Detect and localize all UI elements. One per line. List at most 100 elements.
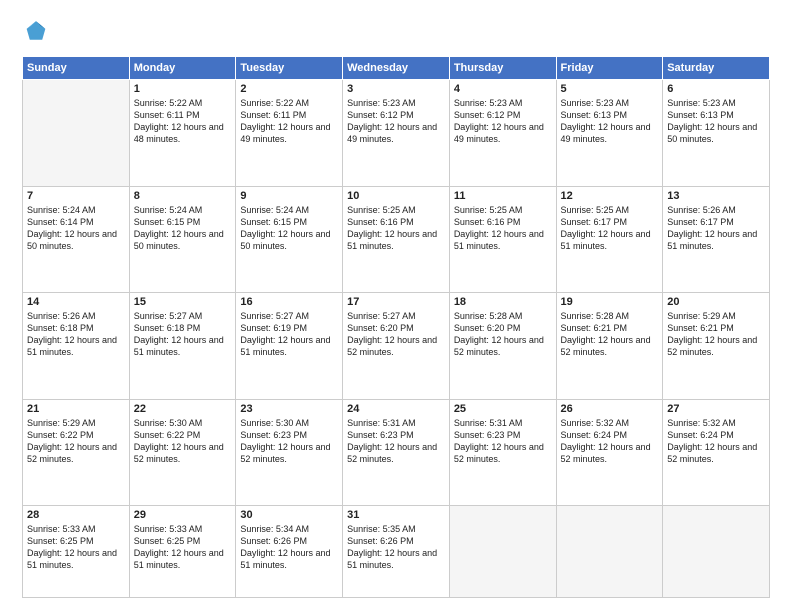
calendar-cell: 24 Sunrise: 5:31 AMSunset: 6:23 PMDaylig…	[343, 399, 450, 506]
calendar-cell: 12 Sunrise: 5:25 AMSunset: 6:17 PMDaylig…	[556, 186, 663, 293]
day-number: 17	[347, 296, 445, 308]
cell-info: Sunrise: 5:28 AMSunset: 6:20 PMDaylight:…	[454, 310, 552, 359]
calendar-cell: 31 Sunrise: 5:35 AMSunset: 6:26 PMDaylig…	[343, 506, 450, 598]
day-number: 5	[561, 83, 659, 95]
logo	[22, 18, 54, 46]
cell-info: Sunrise: 5:23 AMSunset: 6:12 PMDaylight:…	[347, 97, 445, 146]
day-number: 31	[347, 509, 445, 521]
calendar-cell: 5 Sunrise: 5:23 AMSunset: 6:13 PMDayligh…	[556, 80, 663, 187]
calendar-cell: 13 Sunrise: 5:26 AMSunset: 6:17 PMDaylig…	[663, 186, 770, 293]
weekday-header-row: SundayMondayTuesdayWednesdayThursdayFrid…	[23, 57, 770, 80]
day-number: 18	[454, 296, 552, 308]
cell-info: Sunrise: 5:28 AMSunset: 6:21 PMDaylight:…	[561, 310, 659, 359]
cell-info: Sunrise: 5:22 AMSunset: 6:11 PMDaylight:…	[240, 97, 338, 146]
cell-info: Sunrise: 5:29 AMSunset: 6:22 PMDaylight:…	[27, 417, 125, 466]
weekday-header-wednesday: Wednesday	[343, 57, 450, 80]
day-number: 10	[347, 190, 445, 202]
day-number: 26	[561, 403, 659, 415]
calendar-cell: 21 Sunrise: 5:29 AMSunset: 6:22 PMDaylig…	[23, 399, 130, 506]
calendar-cell: 3 Sunrise: 5:23 AMSunset: 6:12 PMDayligh…	[343, 80, 450, 187]
calendar-cell: 17 Sunrise: 5:27 AMSunset: 6:20 PMDaylig…	[343, 293, 450, 400]
cell-info: Sunrise: 5:24 AMSunset: 6:15 PMDaylight:…	[134, 204, 232, 253]
cell-info: Sunrise: 5:22 AMSunset: 6:11 PMDaylight:…	[134, 97, 232, 146]
cell-info: Sunrise: 5:32 AMSunset: 6:24 PMDaylight:…	[667, 417, 765, 466]
cell-info: Sunrise: 5:27 AMSunset: 6:20 PMDaylight:…	[347, 310, 445, 359]
calendar-cell: 29 Sunrise: 5:33 AMSunset: 6:25 PMDaylig…	[129, 506, 236, 598]
weekday-header-tuesday: Tuesday	[236, 57, 343, 80]
calendar-cell: 16 Sunrise: 5:27 AMSunset: 6:19 PMDaylig…	[236, 293, 343, 400]
cell-info: Sunrise: 5:27 AMSunset: 6:18 PMDaylight:…	[134, 310, 232, 359]
day-number: 29	[134, 509, 232, 521]
cell-info: Sunrise: 5:33 AMSunset: 6:25 PMDaylight:…	[134, 523, 232, 572]
cell-info: Sunrise: 5:35 AMSunset: 6:26 PMDaylight:…	[347, 523, 445, 572]
cell-info: Sunrise: 5:23 AMSunset: 6:13 PMDaylight:…	[561, 97, 659, 146]
day-number: 28	[27, 509, 125, 521]
cell-info: Sunrise: 5:25 AMSunset: 6:17 PMDaylight:…	[561, 204, 659, 253]
cell-info: Sunrise: 5:29 AMSunset: 6:21 PMDaylight:…	[667, 310, 765, 359]
cell-info: Sunrise: 5:32 AMSunset: 6:24 PMDaylight:…	[561, 417, 659, 466]
cell-info: Sunrise: 5:23 AMSunset: 6:12 PMDaylight:…	[454, 97, 552, 146]
logo-icon	[22, 18, 50, 46]
calendar-cell: 26 Sunrise: 5:32 AMSunset: 6:24 PMDaylig…	[556, 399, 663, 506]
calendar-cell: 10 Sunrise: 5:25 AMSunset: 6:16 PMDaylig…	[343, 186, 450, 293]
calendar-cell	[556, 506, 663, 598]
day-number: 3	[347, 83, 445, 95]
calendar-cell: 7 Sunrise: 5:24 AMSunset: 6:14 PMDayligh…	[23, 186, 130, 293]
calendar-week-row: 7 Sunrise: 5:24 AMSunset: 6:14 PMDayligh…	[23, 186, 770, 293]
weekday-header-friday: Friday	[556, 57, 663, 80]
weekday-header-thursday: Thursday	[449, 57, 556, 80]
calendar-cell: 18 Sunrise: 5:28 AMSunset: 6:20 PMDaylig…	[449, 293, 556, 400]
weekday-header-sunday: Sunday	[23, 57, 130, 80]
day-number: 6	[667, 83, 765, 95]
cell-info: Sunrise: 5:31 AMSunset: 6:23 PMDaylight:…	[347, 417, 445, 466]
calendar-cell	[663, 506, 770, 598]
day-number: 27	[667, 403, 765, 415]
day-number: 19	[561, 296, 659, 308]
day-number: 13	[667, 190, 765, 202]
calendar-cell: 1 Sunrise: 5:22 AMSunset: 6:11 PMDayligh…	[129, 80, 236, 187]
cell-info: Sunrise: 5:26 AMSunset: 6:17 PMDaylight:…	[667, 204, 765, 253]
calendar-cell	[449, 506, 556, 598]
calendar-week-row: 21 Sunrise: 5:29 AMSunset: 6:22 PMDaylig…	[23, 399, 770, 506]
day-number: 8	[134, 190, 232, 202]
day-number: 24	[347, 403, 445, 415]
day-number: 23	[240, 403, 338, 415]
calendar-cell: 9 Sunrise: 5:24 AMSunset: 6:15 PMDayligh…	[236, 186, 343, 293]
calendar-cell: 2 Sunrise: 5:22 AMSunset: 6:11 PMDayligh…	[236, 80, 343, 187]
calendar-cell: 6 Sunrise: 5:23 AMSunset: 6:13 PMDayligh…	[663, 80, 770, 187]
header	[22, 18, 770, 46]
calendar-cell: 8 Sunrise: 5:24 AMSunset: 6:15 PMDayligh…	[129, 186, 236, 293]
calendar-cell: 4 Sunrise: 5:23 AMSunset: 6:12 PMDayligh…	[449, 80, 556, 187]
day-number: 7	[27, 190, 125, 202]
cell-info: Sunrise: 5:33 AMSunset: 6:25 PMDaylight:…	[27, 523, 125, 572]
day-number: 11	[454, 190, 552, 202]
calendar-table: SundayMondayTuesdayWednesdayThursdayFrid…	[22, 56, 770, 598]
calendar-cell: 15 Sunrise: 5:27 AMSunset: 6:18 PMDaylig…	[129, 293, 236, 400]
weekday-header-saturday: Saturday	[663, 57, 770, 80]
cell-info: Sunrise: 5:25 AMSunset: 6:16 PMDaylight:…	[454, 204, 552, 253]
cell-info: Sunrise: 5:24 AMSunset: 6:15 PMDaylight:…	[240, 204, 338, 253]
cell-info: Sunrise: 5:30 AMSunset: 6:22 PMDaylight:…	[134, 417, 232, 466]
cell-info: Sunrise: 5:31 AMSunset: 6:23 PMDaylight:…	[454, 417, 552, 466]
calendar-cell	[23, 80, 130, 187]
day-number: 20	[667, 296, 765, 308]
day-number: 4	[454, 83, 552, 95]
cell-info: Sunrise: 5:27 AMSunset: 6:19 PMDaylight:…	[240, 310, 338, 359]
cell-info: Sunrise: 5:23 AMSunset: 6:13 PMDaylight:…	[667, 97, 765, 146]
calendar-cell: 25 Sunrise: 5:31 AMSunset: 6:23 PMDaylig…	[449, 399, 556, 506]
calendar-cell: 19 Sunrise: 5:28 AMSunset: 6:21 PMDaylig…	[556, 293, 663, 400]
page: SundayMondayTuesdayWednesdayThursdayFrid…	[0, 0, 792, 612]
day-number: 30	[240, 509, 338, 521]
cell-info: Sunrise: 5:30 AMSunset: 6:23 PMDaylight:…	[240, 417, 338, 466]
calendar-cell: 23 Sunrise: 5:30 AMSunset: 6:23 PMDaylig…	[236, 399, 343, 506]
day-number: 22	[134, 403, 232, 415]
calendar-cell: 11 Sunrise: 5:25 AMSunset: 6:16 PMDaylig…	[449, 186, 556, 293]
calendar-week-row: 1 Sunrise: 5:22 AMSunset: 6:11 PMDayligh…	[23, 80, 770, 187]
calendar-cell: 14 Sunrise: 5:26 AMSunset: 6:18 PMDaylig…	[23, 293, 130, 400]
day-number: 1	[134, 83, 232, 95]
weekday-header-monday: Monday	[129, 57, 236, 80]
calendar-cell: 28 Sunrise: 5:33 AMSunset: 6:25 PMDaylig…	[23, 506, 130, 598]
day-number: 15	[134, 296, 232, 308]
calendar-cell: 22 Sunrise: 5:30 AMSunset: 6:22 PMDaylig…	[129, 399, 236, 506]
day-number: 12	[561, 190, 659, 202]
